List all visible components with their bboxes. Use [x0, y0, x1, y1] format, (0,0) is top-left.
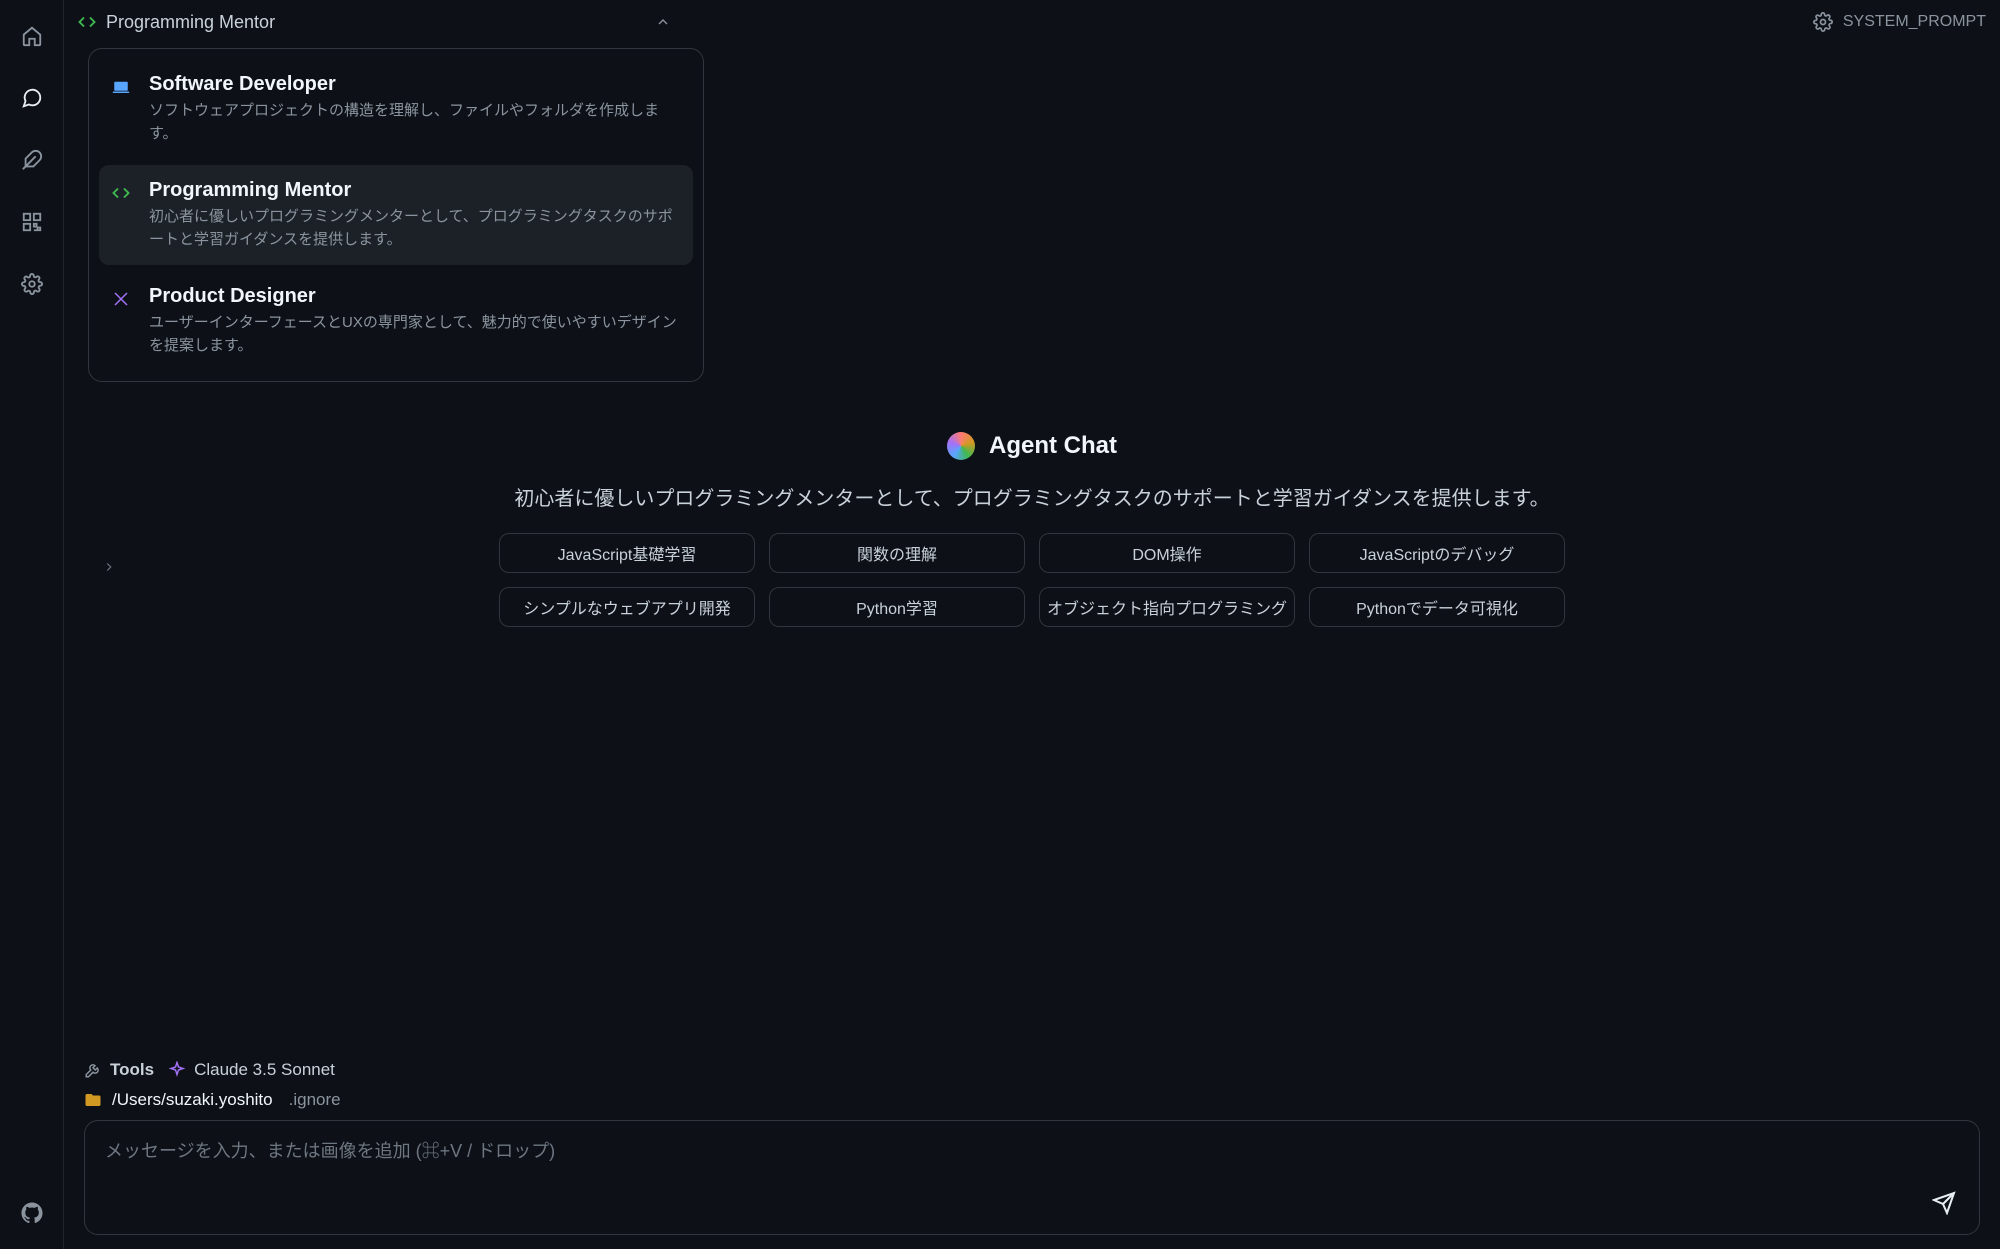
- tools-button[interactable]: Tools: [84, 1060, 154, 1080]
- suggestion-chip[interactable]: Python学習: [769, 587, 1025, 627]
- model-label: Claude 3.5 Sonnet: [194, 1060, 335, 1080]
- tools-label: Tools: [110, 1060, 154, 1080]
- nav-grid[interactable]: [14, 204, 50, 240]
- nav-settings[interactable]: [14, 266, 50, 302]
- send-button[interactable]: [1927, 1186, 1961, 1220]
- suggestion-chip[interactable]: JavaScript基礎学習: [499, 533, 755, 573]
- folder-icon: [84, 1091, 102, 1109]
- composer-area: Tools Claude 3.5 Sonnet /Users/suzaki.yo…: [84, 1060, 1980, 1235]
- nav-rail: [0, 0, 64, 1249]
- main-area: Programming Mentor SYSTEM_PROMPT Softwar…: [64, 0, 2000, 1249]
- suggestion-chip[interactable]: JavaScriptのデバッグ: [1309, 533, 1565, 573]
- composer: [84, 1120, 1980, 1235]
- home-icon: [21, 25, 43, 47]
- model-selector[interactable]: Claude 3.5 Sonnet: [168, 1060, 335, 1080]
- message-input[interactable]: [105, 1137, 1919, 1213]
- gear-icon: [21, 273, 43, 295]
- suggestion-chip[interactable]: オブジェクト指向プログラミング: [1039, 587, 1295, 627]
- wrench-icon: [84, 1061, 102, 1079]
- suggestion-chip[interactable]: 関数の理解: [769, 533, 1025, 573]
- nav-pen[interactable]: [14, 142, 50, 178]
- hero: Agent Chat 初心者に優しいプログラミングメンターとして、プログラミング…: [64, 0, 2000, 1059]
- workspace-path[interactable]: /Users/suzaki.yoshito: [112, 1090, 273, 1110]
- chat-icon: [21, 87, 43, 109]
- send-icon: [1932, 1191, 1956, 1215]
- suggestion-chip[interactable]: シンプルなウェブアプリ開発: [499, 587, 755, 627]
- nav-chat[interactable]: [14, 80, 50, 116]
- ignore-link[interactable]: .ignore: [289, 1090, 341, 1110]
- github-icon: [21, 1202, 43, 1224]
- qr-icon: [21, 211, 43, 233]
- suggestion-chip[interactable]: DOM操作: [1039, 533, 1295, 573]
- hero-subtitle: 初心者に優しいプログラミングメンターとして、プログラミングタスクのサポートと学習…: [514, 482, 1549, 511]
- feather-icon: [21, 149, 43, 171]
- sparkle-icon: [168, 1061, 186, 1079]
- suggestion-chip[interactable]: Pythonでデータ可視化: [1309, 587, 1565, 627]
- nav-home[interactable]: [14, 18, 50, 54]
- app-logo-icon: [947, 432, 975, 460]
- hero-title: Agent Chat: [989, 432, 1117, 460]
- nav-github[interactable]: [14, 1195, 50, 1231]
- suggestion-chips: JavaScript基礎学習 関数の理解 DOM操作 JavaScriptのデバ…: [499, 533, 1565, 627]
